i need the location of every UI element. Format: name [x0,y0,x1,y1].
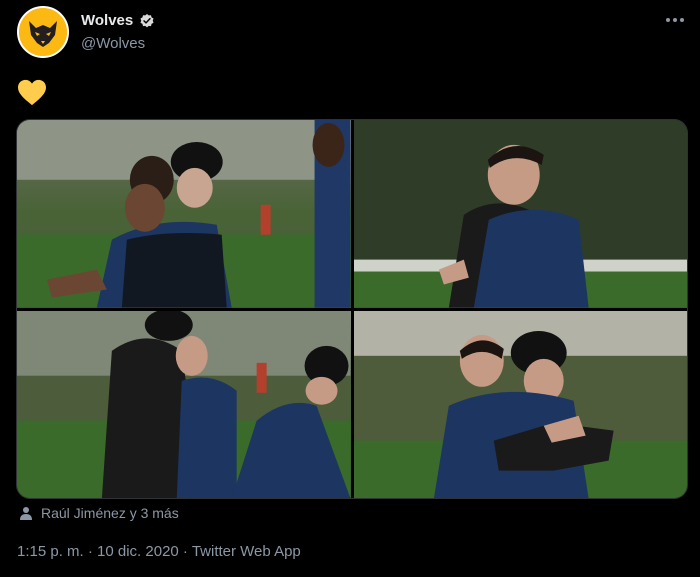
players-embracing-image [17,120,351,308]
dot-icon [673,18,677,22]
person-icon [20,507,32,520]
wolves-logo-avatar[interactable] [17,6,69,58]
yellow-heart-icon [18,79,46,106]
players-embracing-image [17,310,351,498]
verified-badge-icon [140,13,154,27]
author-name-row[interactable]: Wolves [81,12,155,29]
display-name[interactable]: Wolves [81,12,133,29]
photo-3[interactable] [17,310,351,498]
user-handle[interactable]: @Wolves [81,35,145,52]
tagged-people-text[interactable]: Raúl Jiménez y 3 más [41,505,179,521]
more-options-button[interactable] [660,10,690,30]
tweet-timestamp[interactable]: 1:15 p. m. · 10 dic. 2020 · Twitter Web … [17,543,301,560]
tagged-people-row[interactable]: Raúl Jiménez y 3 más [19,505,179,521]
dot-icon [680,18,684,22]
photo-2[interactable] [353,120,687,308]
photo-grid[interactable] [16,119,688,499]
photo-1[interactable] [17,120,351,308]
players-embracing-image [353,120,687,308]
dot-icon [666,18,670,22]
photo-4[interactable] [353,310,687,498]
wolf-head-icon [19,8,67,56]
players-embracing-image [353,310,687,498]
